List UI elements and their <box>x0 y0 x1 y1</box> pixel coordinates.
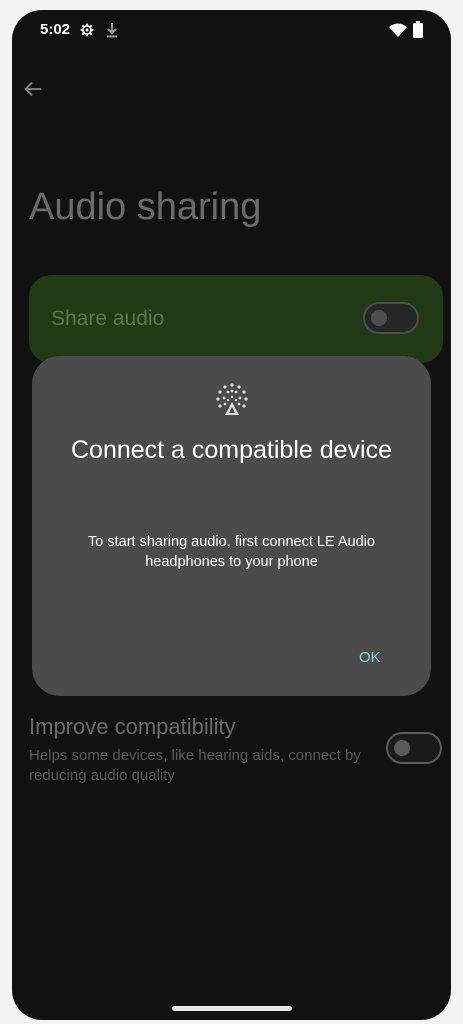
audio-sharing-icon <box>216 383 248 415</box>
ok-button[interactable]: OK <box>359 649 381 666</box>
connect-device-dialog: Connect a compatible device To start sha… <box>32 356 431 696</box>
dialog-title: Connect a compatible device <box>70 436 393 464</box>
dialog-body: To start sharing audio, first connect LE… <box>88 534 375 570</box>
phone-frame: 5:02 Audio sharing Share audio Improve c… <box>0 0 463 1024</box>
screen: 5:02 Audio sharing Share audio Improve c… <box>12 10 451 1020</box>
